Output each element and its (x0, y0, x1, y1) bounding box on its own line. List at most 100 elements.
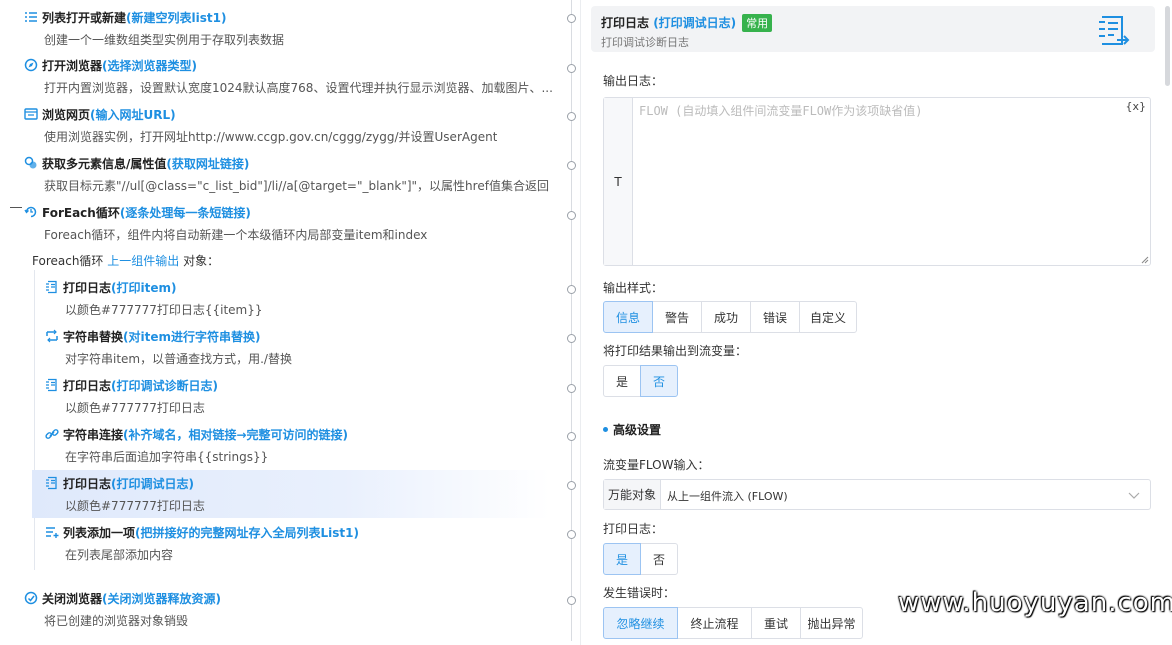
log-icon (45, 280, 59, 294)
print-log-option[interactable]: 否 (640, 543, 678, 575)
connector-node[interactable] (567, 211, 576, 220)
list-add-icon (45, 525, 59, 539)
step-description: 在字符串后面追加字符串{{strings}} (65, 450, 269, 464)
connector-line (571, 294, 572, 334)
connector-track (567, 0, 576, 645)
connector-node[interactable] (567, 432, 576, 441)
chevron-down-icon (1128, 492, 1140, 499)
connector-node[interactable] (567, 334, 576, 343)
output-to-var-option[interactable]: 是 (603, 365, 641, 397)
step-subtitle: (输入网址URL) (90, 107, 176, 122)
output-log-placeholder: FLOW (自动填入组件间流变量FLOW作为该项缺省值) (639, 104, 923, 118)
flow-step[interactable]: 浏览网页 (输入网址URL) 使用浏览器实例，打开网址http://www.ccgp… (0, 101, 560, 149)
connector-line (571, 343, 572, 384)
flow-step[interactable]: 列表打开或新建 (新建空列表list1) 创建一个一维数组类型实例用于存取列表数据 (0, 4, 560, 52)
step-title: 字符串替换 (63, 329, 124, 344)
advanced-title-text: 高级设置 (613, 423, 662, 437)
step-subtitle: (打印item) (111, 280, 177, 295)
connector-node[interactable] (567, 64, 576, 73)
step-description: Foreach循环，组件内将自动新建一个本级循环内局部变量item和index (44, 228, 428, 242)
step-subtitle: (新建空列表list1) (126, 10, 227, 25)
bullet-icon (603, 427, 608, 432)
flow-input-select[interactable]: 万能对象 从上一组件流入 (FLOW) (603, 479, 1151, 510)
app-root: Foreach循环 上一组件输出 对象： 列表打开或新建 (新建空列表list1)… (0, 0, 1172, 645)
panel-title-sub: (打印调试日志) (649, 16, 737, 30)
advanced-section-title[interactable]: 高级设置 (603, 421, 661, 438)
flow-step[interactable]: 打开浏览器 (选择浏览器类型) 打开内置浏览器，设置默认宽度1024默认高度768、… (0, 52, 560, 100)
output-style-option[interactable]: 成功 (701, 301, 751, 333)
connector-line (571, 539, 572, 596)
output-style-option[interactable]: 警告 (652, 301, 702, 333)
step-subtitle: (选择浏览器类型) (102, 58, 197, 73)
on-error-option[interactable]: 重试 (751, 607, 801, 639)
panel-title-text: 打印日志 (601, 16, 650, 30)
connector-node[interactable] (567, 285, 576, 294)
step-subtitle: (关闭浏览器释放资源) (102, 591, 221, 606)
connector-node[interactable] (567, 384, 576, 393)
elements-icon (24, 156, 38, 170)
watermark: www.huoyuyan.com (898, 588, 1172, 618)
step-title: 关闭浏览器 (42, 591, 103, 606)
flow-step[interactable]: 打印日志 (打印item) 以颜色#777777打印日志{{item}} (0, 274, 560, 322)
connector-node[interactable] (567, 596, 576, 605)
insert-variable-button[interactable]: {x} (1125, 100, 1146, 113)
step-description: 使用浏览器实例，打开网址http://www.ccgp.gov.cn/cggg/… (44, 130, 498, 144)
output-style-option[interactable]: 信息 (603, 301, 653, 333)
connector-line (571, 170, 572, 211)
step-subtitle: (补齐域名，相对链接→完整可访问的链接) (123, 427, 349, 442)
flow-step[interactable]: 列表添加一项 (把拼接好的完整网址存入全局列表List1) 在列表尾部添加内容 (0, 519, 560, 567)
output-log-field[interactable]: T FLOW (自动填入组件间流变量FLOW作为该项缺省值) {x} (603, 97, 1151, 266)
output-style-option[interactable]: 错误 (750, 301, 800, 333)
connector-line (571, 121, 572, 161)
text-type-toggle[interactable]: T (604, 98, 633, 265)
output-to-var-option[interactable]: 否 (640, 365, 678, 397)
on-error-option[interactable]: 抛出异常 (800, 607, 863, 639)
panel-title: 打印日志 (打印调试日志) 常用 (601, 14, 773, 32)
flow-step[interactable]: 获取多元素信息/属性值 (获取网址链接) 获取目标元素"//ul[@class="c… (0, 150, 560, 198)
connector-line (571, 23, 572, 64)
on-error-group: 忽略继续 终止流程 重试 抛出异常 (603, 607, 863, 639)
on-error-option[interactable]: 终止流程 (677, 607, 752, 639)
step-description: 打开内置浏览器，设置默认宽度1024默认高度768、设置代理并执行显示浏览器、加… (44, 81, 553, 95)
step-description: 在列表尾部添加内容 (65, 548, 174, 562)
flow-step[interactable]: 字符串连接 (补齐域名，相对链接→完整可访问的链接) 在字符串后面追加字符串{{st… (0, 421, 560, 469)
print-log-option[interactable]: 是 (603, 543, 641, 575)
step-title: 字符串连接 (63, 427, 124, 442)
connector-node[interactable] (567, 112, 576, 121)
connector-node[interactable] (567, 14, 576, 23)
link-icon (45, 427, 59, 441)
step-title: 打开浏览器 (42, 58, 103, 73)
step-description: 以颜色#777777打印日志{{item}} (65, 303, 263, 317)
foreach-prefix: Foreach循环 (32, 254, 104, 268)
flow-step[interactable]: 打印日志 (打印调试日志) 以颜色#777777打印日志 (32, 470, 550, 518)
step-description: 将已创建的浏览器对象销毁 (44, 614, 189, 628)
flow-input-label: 流变量FLOW输入： (603, 458, 710, 472)
connector-node[interactable] (567, 161, 576, 170)
flow-input-value: 从上一组件流入 (FLOW) (667, 490, 788, 503)
flow-step[interactable]: ForEach循环 (逐条处理每一条短链接) Foreach循环，组件内将自动新建… (0, 199, 560, 247)
flow-step[interactable]: 关闭浏览器 (关闭浏览器释放资源) 将已创建的浏览器对象销毁 (0, 585, 560, 633)
panel-desc: 打印调试诊断日志 (601, 36, 689, 49)
step-subtitle: (获取网址链接) (166, 156, 250, 171)
properties-panel: 打印日志 (打印调试日志) 常用 打印调试诊断日志 输出日志： T FLOW (自… (580, 0, 1172, 645)
connector-line (571, 0, 572, 14)
foreach-source-link[interactable]: 上一组件输出 (107, 254, 179, 268)
browser-icon (24, 107, 38, 121)
connector-node[interactable] (567, 481, 576, 490)
flow-panel: Foreach循环 上一组件输出 对象： 列表打开或新建 (新建空列表list1)… (0, 0, 580, 645)
flow-input-type: 万能对象 (604, 480, 661, 509)
connector-node[interactable] (567, 530, 576, 539)
compass-icon (24, 58, 38, 72)
panel-scrollbar[interactable] (1165, 6, 1170, 86)
on-error-option[interactable]: 忽略继续 (603, 607, 678, 639)
connector-line (571, 605, 572, 641)
replace-icon (45, 329, 59, 343)
connector-line (571, 220, 572, 285)
output-style-option[interactable]: 自定义 (799, 301, 857, 333)
flow-step[interactable]: 字符串替换 (对item进行字符串替换) 对字符串item，以普通查找方式，用./替… (0, 323, 560, 371)
step-subtitle: (对item进行字符串替换) (123, 329, 261, 344)
flow-step[interactable]: 打印日志 (打印调试诊断日志) 以颜色#777777打印日志 (0, 372, 560, 420)
step-title: 浏览网页 (42, 107, 91, 122)
common-badge: 常用 (742, 14, 773, 32)
resize-handle-icon[interactable] (1141, 256, 1149, 264)
